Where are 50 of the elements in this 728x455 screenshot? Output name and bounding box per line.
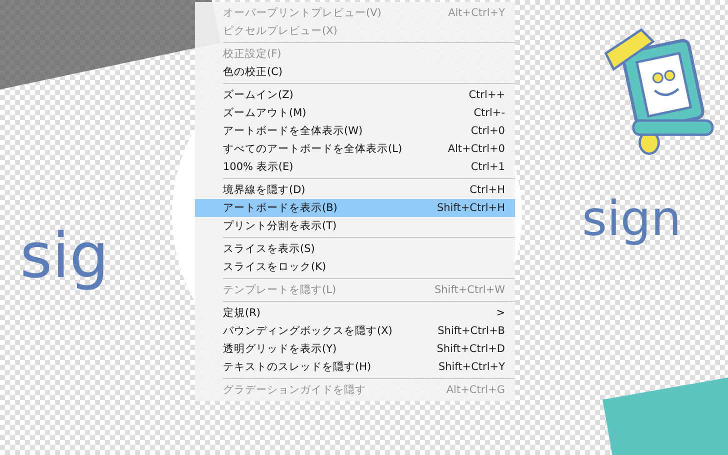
menu-item-label: 境界線を隠す(D): [223, 183, 306, 197]
shortcut-text: Alt+Ctrl+0: [448, 143, 505, 155]
shortcut-text: Ctrl++: [468, 89, 505, 101]
menu-item[interactable]: 定規(R) >: [195, 304, 515, 322]
menu-item[interactable]: ズームイン(Z) Ctrl++: [195, 86, 515, 104]
shortcut-text: Alt+Ctrl+Y: [448, 7, 505, 19]
menu-item-label: オーバープリントプレビュー(V): [223, 6, 382, 20]
menu-item-label: プリント分割を表示(T): [223, 219, 338, 233]
shortcut-text: Shift+Ctrl+Y: [438, 361, 505, 373]
menu-item[interactable]: ズームアウト(M) Ctrl+-: [195, 104, 515, 122]
menu-item[interactable]: 境界線を隠す(D) Ctrl+H: [195, 181, 515, 199]
menu-item[interactable]: テキストのスレッドを隠す(H) Shift+Ctrl+Y: [195, 358, 515, 376]
shortcut-text: Shift+Ctrl+D: [436, 343, 505, 355]
menu-item-label: テキストのスレッドを隠す(H): [223, 360, 372, 374]
menu-item-label: スライスを表示(S): [223, 242, 316, 256]
submenu-arrow: >: [496, 307, 505, 319]
menu-item-label: 色の校正(C): [223, 65, 284, 79]
menu-item-label: アートボードを表示(B): [223, 201, 338, 215]
shortcut-text: Alt+Ctrl+G: [446, 384, 505, 396]
menu-item-label: テンプレートを隠す(L): [223, 283, 338, 297]
menu-item[interactable]: プリント分割を表示(T): [195, 217, 515, 235]
shortcut-text: Shift+Ctrl+W: [434, 284, 505, 296]
menu-item-label: 透明グリッドを表示(Y): [223, 342, 338, 356]
menu-item[interactable]: 透明グリッドを表示(Y) Shift+Ctrl+D: [195, 340, 515, 358]
menu-item-label: 校正設定(F): [223, 47, 282, 61]
menu-item-label: ズームイン(Z): [223, 88, 294, 102]
shortcut-text: Ctrl+1: [470, 161, 505, 173]
shortcut-text: Ctrl+H: [470, 184, 505, 196]
menu-item[interactable]: アートボードを表示(B) Shift+Ctrl+H: [195, 199, 515, 217]
menu-item-label: 定規(R): [223, 306, 262, 320]
menu-item[interactable]: 100% 表示(E) Ctrl+1: [195, 158, 515, 176]
menu-item[interactable]: スライスをロック(K): [195, 258, 515, 276]
menu-item-label: ズームアウト(M): [223, 106, 308, 120]
shortcut-text: Ctrl+-: [474, 107, 505, 119]
menu-item[interactable]: スライスを表示(S): [195, 240, 515, 258]
logo-text: sign: [582, 195, 682, 243]
shortcut-text: Shift+Ctrl+B: [438, 325, 505, 337]
menu-item[interactable]: バウンディングボックスを隠す(X) Shift+Ctrl+B: [195, 322, 515, 340]
menu-item-label: 100% 表示(E): [223, 160, 294, 174]
menu-item-label: ピクセルプレビュー(X): [223, 24, 338, 38]
menu-item[interactable]: 色の校正(C): [195, 63, 515, 81]
menu-item-label: グラデーションガイドを隠す: [223, 383, 367, 397]
shortcut-text: Ctrl+0: [470, 125, 505, 137]
menu-item-label: アートボードを全体表示(W): [223, 124, 364, 138]
menu-item[interactable]: すべてのアートボードを全体表示(L) Alt+Ctrl+0: [195, 140, 515, 158]
menu-item-label: すべてのアートボードを全体表示(L): [223, 142, 404, 156]
shortcut-text: Shift+Ctrl+H: [436, 202, 505, 214]
menu-item-label: スライスをロック(K): [223, 260, 328, 274]
menu-item-label: バウンディングボックスを隠す(X): [223, 324, 394, 338]
menu-item[interactable]: アートボードを全体表示(W) Ctrl+0: [195, 122, 515, 140]
